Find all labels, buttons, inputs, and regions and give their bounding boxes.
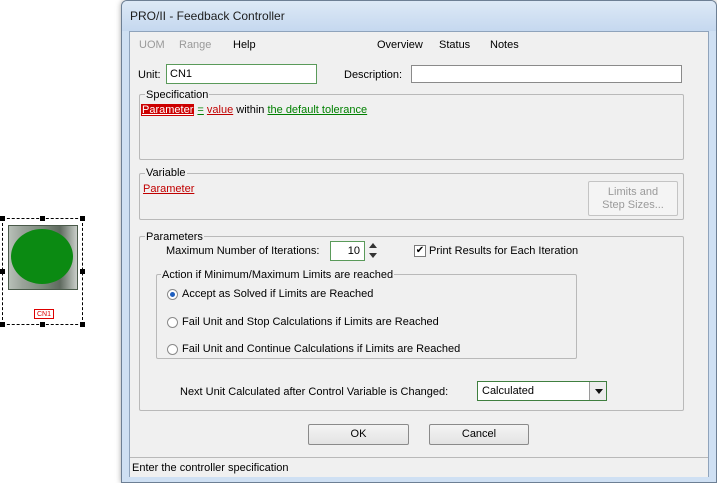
spec-tolerance-link[interactable]: the default tolerance — [267, 104, 367, 116]
unit-name-field[interactable]: CN1 — [166, 64, 317, 84]
spec-operator-link[interactable]: = — [197, 104, 203, 116]
selection-handle[interactable] — [0, 216, 5, 221]
specification-sentence: Parameter = value within the default tol… — [141, 104, 367, 116]
selection-handle[interactable] — [0, 269, 5, 274]
fail-continue-radio[interactable] — [167, 344, 178, 355]
limits-button-line1: Limits and — [607, 186, 659, 198]
controller-unit-circle — [11, 229, 73, 284]
max-iterations-label: Maximum Number of Iterations: — [166, 245, 320, 257]
status-bar: Enter the controller specification — [130, 457, 708, 477]
accept-solved-label[interactable]: Accept as Solved if Limits are Reached — [182, 288, 373, 300]
feedback-controller-window: PRO/II - Feedback Controller UOM Range H… — [121, 0, 717, 483]
next-unit-select[interactable]: Calculated — [477, 381, 607, 401]
variable-parameter-link[interactable]: Parameter — [143, 183, 194, 195]
spec-value-link[interactable]: value — [207, 104, 233, 116]
selection-handle[interactable] — [80, 269, 85, 274]
chevron-down-icon — [595, 389, 603, 394]
next-unit-label: Next Unit Calculated after Control Varia… — [180, 386, 449, 398]
selection-handle[interactable] — [0, 322, 5, 327]
parameters-group-title: Parameters — [145, 231, 204, 243]
selection-handle[interactable] — [40, 216, 45, 221]
fail-stop-label[interactable]: Fail Unit and Stop Calculations if Limit… — [182, 316, 439, 328]
fail-continue-label[interactable]: Fail Unit and Continue Calculations if L… — [182, 343, 460, 355]
selection-handle[interactable] — [40, 322, 45, 327]
status-text: Enter the controller specification — [132, 462, 289, 474]
specification-group-title: Specification — [145, 89, 210, 101]
window-title: PRO/II - Feedback Controller — [130, 9, 285, 23]
next-unit-value: Calculated — [482, 385, 534, 397]
print-results-label: Print Results for Each Iteration — [429, 245, 579, 257]
cancel-button[interactable]: Cancel — [429, 424, 529, 445]
menu-notes[interactable]: Notes — [490, 39, 519, 51]
selection-handle[interactable] — [80, 216, 85, 221]
title-bar[interactable]: PRO/II - Feedback Controller — [122, 1, 716, 31]
variable-group-title: Variable — [145, 167, 187, 179]
max-iterations-field[interactable]: 10 — [330, 241, 365, 261]
dropdown-button[interactable] — [589, 382, 606, 400]
accept-solved-radio[interactable] — [167, 289, 178, 300]
description-label: Description: — [344, 69, 403, 81]
spin-down-icon[interactable] — [369, 253, 377, 258]
description-field[interactable] — [411, 65, 682, 83]
selection-handle[interactable] — [80, 322, 85, 327]
iterations-spinner[interactable] — [369, 242, 378, 260]
limits-step-sizes-button[interactable]: Limits and Step Sizes... — [588, 181, 678, 216]
limits-action-group-title: Action if Minimum/Maximum Limits are rea… — [161, 269, 395, 281]
limits-button-line2: Step Sizes... — [602, 199, 664, 211]
ok-button[interactable]: OK — [308, 424, 409, 445]
menu-uom: UOM — [139, 39, 165, 51]
spin-up-icon[interactable] — [369, 243, 377, 248]
menu-range: Range — [179, 39, 212, 51]
menu-overview[interactable]: Overview — [377, 39, 423, 51]
spec-parameter-link[interactable]: Parameter — [141, 104, 195, 116]
unit-tag-label[interactable]: CN1 — [34, 309, 55, 319]
unit-label: Unit: — [138, 69, 161, 81]
spec-within-text: within — [236, 104, 265, 116]
fail-stop-radio[interactable] — [167, 317, 178, 328]
menu-status[interactable]: Status — [439, 39, 470, 51]
print-results-checkbox[interactable]: ✔ — [414, 245, 426, 257]
dialog-client-area: UOM Range Help Overview Status Notes Uni… — [129, 31, 709, 477]
menu-help[interactable]: Help — [233, 39, 256, 51]
